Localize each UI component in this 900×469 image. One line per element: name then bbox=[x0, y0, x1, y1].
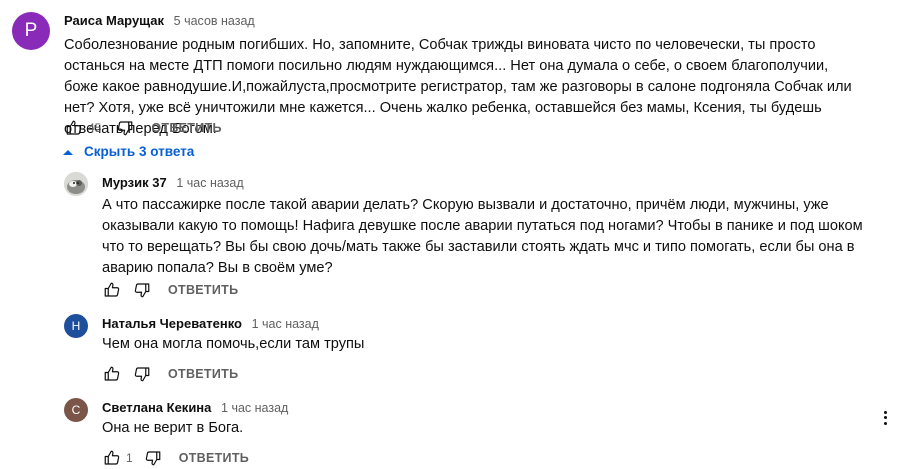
more-options-icon[interactable] bbox=[882, 408, 888, 428]
dislike-icon[interactable] bbox=[143, 448, 163, 468]
reply-button[interactable]: ОТВЕТИТЬ bbox=[168, 367, 238, 381]
dot bbox=[883, 421, 887, 425]
cat-photo-icon bbox=[64, 172, 88, 196]
reply-button[interactable]: ОТВЕТИТЬ bbox=[179, 451, 249, 465]
comment-time[interactable]: 5 часов назад bbox=[174, 14, 255, 28]
like-count: 1 bbox=[126, 451, 133, 465]
dislike-icon[interactable] bbox=[115, 118, 135, 138]
reply-toolbar: ОТВЕТИТЬ bbox=[102, 364, 238, 384]
reply-time[interactable]: 1 час назад bbox=[221, 401, 288, 415]
like-icon[interactable] bbox=[102, 364, 122, 384]
hide-replies-button[interactable]: Скрыть 3 ответа bbox=[62, 144, 194, 159]
reply-author[interactable]: Светлана Кекина bbox=[102, 400, 211, 415]
reply-toolbar: ОТВЕТИТЬ bbox=[102, 280, 238, 300]
reply-header: Светлана Кекина 1 час назад bbox=[102, 400, 288, 415]
avatar[interactable]: С bbox=[64, 398, 88, 422]
reply-text: Чем она могла помочь,если там трупы bbox=[102, 336, 365, 352]
reply-button[interactable]: ОТВЕТИТЬ bbox=[168, 283, 238, 297]
like-icon[interactable] bbox=[102, 280, 122, 300]
reply-time[interactable]: 1 час назад bbox=[176, 176, 243, 190]
comment-toolbar: 45 ОТВЕТИТЬ bbox=[64, 118, 222, 138]
like-icon[interactable] bbox=[64, 118, 84, 138]
avatar[interactable]: Н bbox=[64, 314, 88, 338]
comment-author[interactable]: Раиса Марущак bbox=[64, 13, 164, 28]
like-icon[interactable] bbox=[102, 448, 122, 468]
avatar[interactable]: P bbox=[12, 12, 50, 50]
reply-author[interactable]: Наталья Череватенко bbox=[102, 316, 242, 331]
reply-text: А что пассажирке после такой аварии дела… bbox=[102, 197, 863, 276]
reply-button[interactable]: ОТВЕТИТЬ bbox=[151, 121, 221, 135]
reply-header: Наталья Череватенко 1 час назад bbox=[102, 316, 319, 331]
comment-header: Раиса Марущак 5 часов назад bbox=[64, 13, 255, 28]
reply-author[interactable]: Мурзик 37 bbox=[102, 175, 167, 190]
dot bbox=[883, 416, 887, 419]
chevron-up-icon bbox=[63, 149, 73, 155]
reply-text: Она не верит в Бога. bbox=[102, 420, 244, 436]
cat-photo-avatar[interactable] bbox=[64, 172, 88, 196]
dot bbox=[883, 410, 887, 414]
reply-header: Мурзик 37 1 час назад bbox=[102, 175, 244, 190]
dislike-icon[interactable] bbox=[132, 364, 152, 384]
dislike-icon[interactable] bbox=[132, 280, 152, 300]
like-count: 45 bbox=[88, 121, 102, 135]
reply-time[interactable]: 1 час назад bbox=[252, 317, 319, 331]
reply-toolbar: 1 ОТВЕТИТЬ bbox=[102, 448, 249, 468]
hide-replies-label: Скрыть 3 ответа bbox=[84, 144, 195, 159]
